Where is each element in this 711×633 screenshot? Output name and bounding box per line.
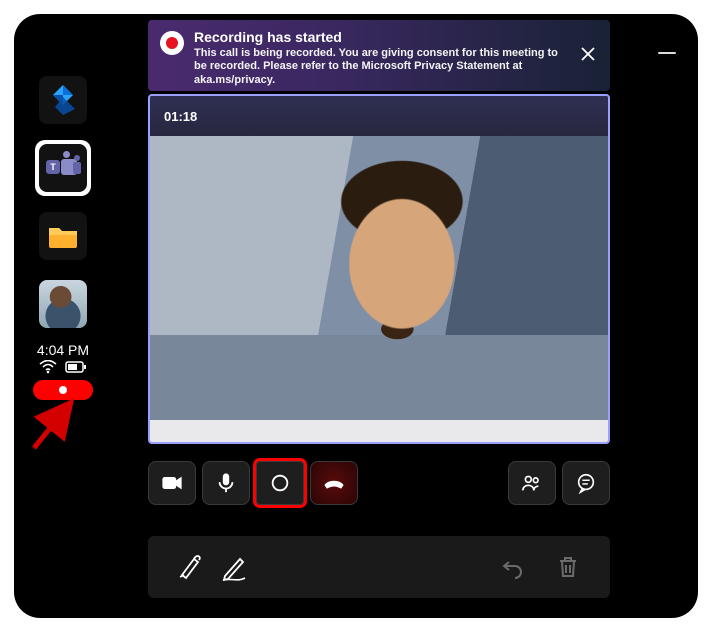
sidebar-app-profile[interactable] (35, 276, 91, 332)
clock-label: 4:04 PM (30, 342, 96, 358)
ink-pen-icon (176, 553, 204, 581)
folder-icon (39, 212, 87, 260)
notification-close-button[interactable] (576, 42, 600, 66)
record-circle-icon (269, 472, 291, 494)
callout-arrow-icon (26, 396, 86, 456)
call-controls (148, 458, 610, 508)
mic-icon (215, 472, 237, 494)
battery-icon (65, 360, 87, 374)
undo-icon (500, 555, 524, 579)
video-panel: 01:18 (148, 94, 610, 444)
window-minimize-button[interactable] (658, 52, 676, 54)
recording-notification: Recording has started This call is being… (148, 20, 610, 91)
app-sidebar: T 4:04 PM (30, 72, 96, 400)
dynamics-icon (39, 76, 87, 124)
record-button[interactable] (256, 461, 304, 505)
video-footer (150, 420, 608, 442)
ink-pen-button[interactable] (168, 545, 212, 589)
pencil-button[interactable] (212, 545, 256, 589)
notification-title: Recording has started (194, 29, 570, 47)
device-frame: T 4:04 PM (14, 14, 698, 618)
camera-button[interactable] (148, 461, 196, 505)
notification-text: Recording has started This call is being… (194, 29, 570, 88)
remote-video-feed[interactable] (150, 136, 608, 420)
close-icon (580, 46, 596, 62)
trash-icon (557, 555, 579, 579)
call-timer-label: 01:18 (164, 109, 197, 124)
undo-button[interactable] (490, 545, 534, 589)
hangup-icon (322, 471, 346, 495)
hangup-button[interactable] (310, 461, 358, 505)
pen-toolbar (148, 536, 610, 598)
teams-icon: T (39, 144, 87, 192)
record-icon (160, 31, 184, 55)
mic-button[interactable] (202, 461, 250, 505)
video-header: 01:18 (150, 96, 608, 136)
notification-body: This call is being recorded. You are giv… (194, 47, 570, 88)
avatar-icon (39, 280, 87, 328)
wifi-icon (39, 360, 57, 374)
chat-icon (575, 472, 597, 494)
people-icon (521, 472, 543, 494)
delete-button[interactable] (546, 545, 590, 589)
camera-icon (161, 472, 183, 494)
status-icons (39, 360, 87, 374)
sidebar-app-teams[interactable]: T (35, 140, 91, 196)
chat-button[interactable] (562, 461, 610, 505)
sidebar-app-dynamics[interactable] (35, 72, 91, 128)
pencil-icon (220, 553, 248, 581)
participants-button[interactable] (508, 461, 556, 505)
sidebar-app-files[interactable] (35, 208, 91, 264)
